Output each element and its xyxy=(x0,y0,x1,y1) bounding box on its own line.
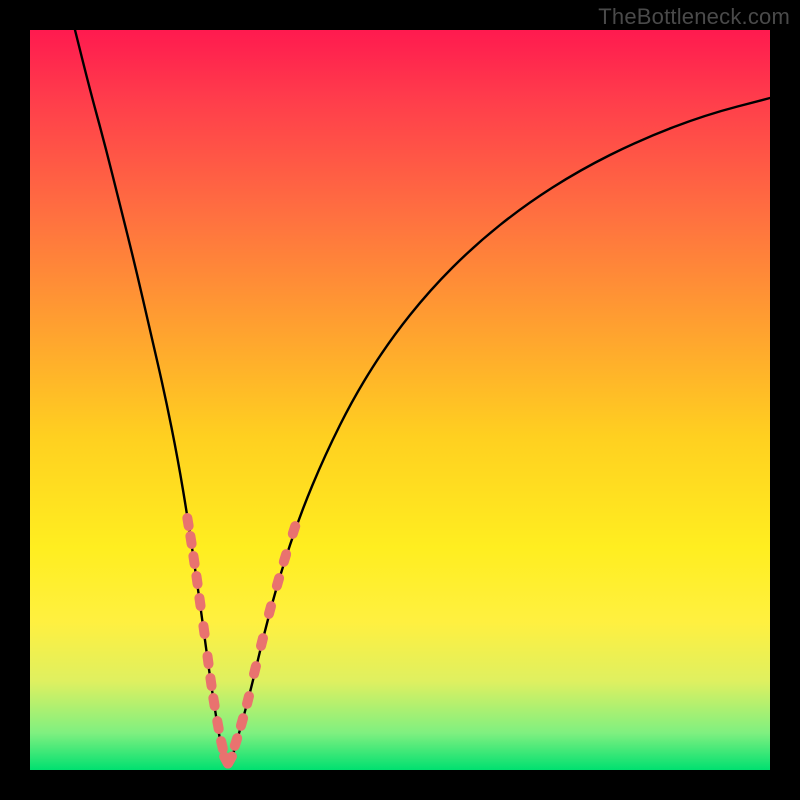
curve-marker xyxy=(278,548,293,568)
curve-layer xyxy=(30,30,770,770)
bottleneck-curve xyxy=(75,30,770,765)
watermark-text: TheBottleneck.com xyxy=(598,4,790,30)
curve-marker xyxy=(263,600,277,620)
curve-marker xyxy=(286,520,301,540)
curve-marker xyxy=(235,712,250,732)
plot-area xyxy=(30,30,770,770)
curve-marker xyxy=(208,692,221,711)
curve-marker xyxy=(241,690,255,710)
curve-marker xyxy=(185,530,198,549)
curve-marker xyxy=(215,735,229,755)
marker-group xyxy=(182,512,302,770)
curve-marker xyxy=(188,550,201,569)
curve-marker xyxy=(271,572,286,592)
curve-marker xyxy=(205,672,217,691)
curve-marker xyxy=(248,660,262,680)
curve-marker xyxy=(255,632,269,652)
curve-marker xyxy=(182,512,195,531)
curve-marker xyxy=(191,570,203,589)
curve-marker xyxy=(198,620,210,639)
curve-marker xyxy=(194,592,206,611)
outer-frame: TheBottleneck.com xyxy=(0,0,800,800)
curve-marker xyxy=(229,732,244,752)
curve-marker xyxy=(211,715,224,735)
curve-marker xyxy=(202,650,214,669)
